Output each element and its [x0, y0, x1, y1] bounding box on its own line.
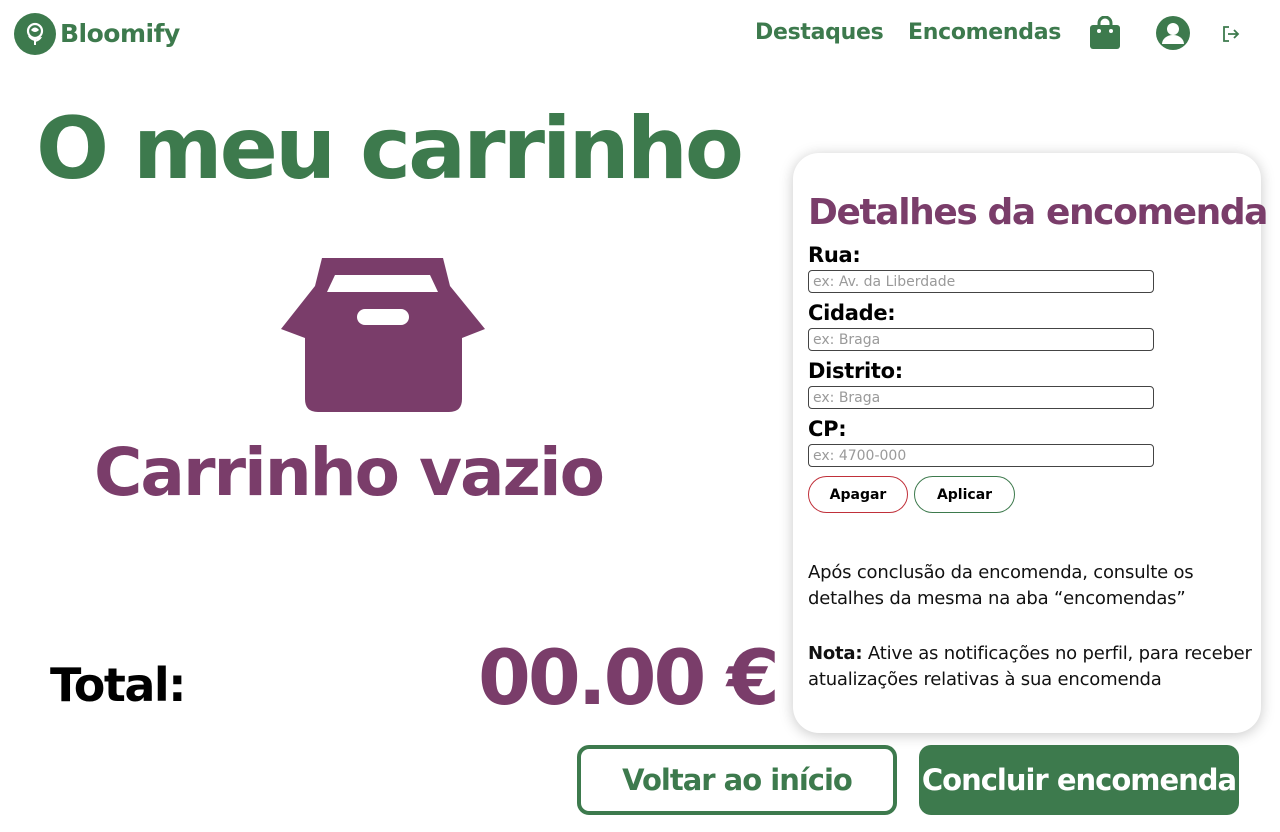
postal-code-label: CP:	[808, 417, 847, 441]
city-input[interactable]	[808, 328, 1154, 351]
nav-orders[interactable]: Encomendas	[908, 20, 1061, 45]
user-icon[interactable]	[1156, 16, 1190, 54]
order-note: Nota: Ative as notificações no perfil, p…	[808, 641, 1260, 693]
district-label: Distrito:	[808, 359, 903, 383]
total-value: 00.00 €	[478, 633, 780, 722]
note-text: Ative as notificações no perfil, para re…	[808, 643, 1252, 690]
nav-highlights[interactable]: Destaques	[755, 20, 884, 45]
street-label: Rua:	[808, 243, 861, 267]
shopping-bag-icon[interactable]	[1089, 15, 1121, 54]
order-info-text: Após conclusão da encomenda, consulte os…	[808, 562, 1194, 609]
order-details-title: Detalhes da encomenda	[808, 192, 1268, 233]
note-label: Nota:	[808, 643, 863, 664]
empty-cart-message: Carrinho vazio	[94, 434, 605, 511]
total-label: Total:	[50, 658, 187, 712]
order-details-panel: Detalhes da encomenda Rua: Cidade: Distr…	[793, 153, 1268, 733]
logout-icon[interactable]	[1222, 25, 1240, 47]
district-input[interactable]	[808, 386, 1154, 409]
finish-order-button[interactable]: Concluir encomenda	[919, 745, 1239, 815]
clear-button[interactable]: Apagar	[808, 476, 908, 513]
postal-code-input[interactable]	[808, 444, 1154, 467]
street-input[interactable]	[808, 270, 1154, 293]
page-title: O meu carrinho	[36, 99, 744, 199]
apply-button[interactable]: Aplicar	[914, 476, 1015, 513]
back-home-button[interactable]: Voltar ao início	[577, 745, 897, 815]
app-name[interactable]: Bloomify	[60, 19, 180, 48]
logo[interactable]	[14, 13, 56, 55]
box-icon	[280, 256, 485, 418]
rose-icon	[26, 22, 44, 45]
city-label: Cidade:	[808, 301, 896, 325]
